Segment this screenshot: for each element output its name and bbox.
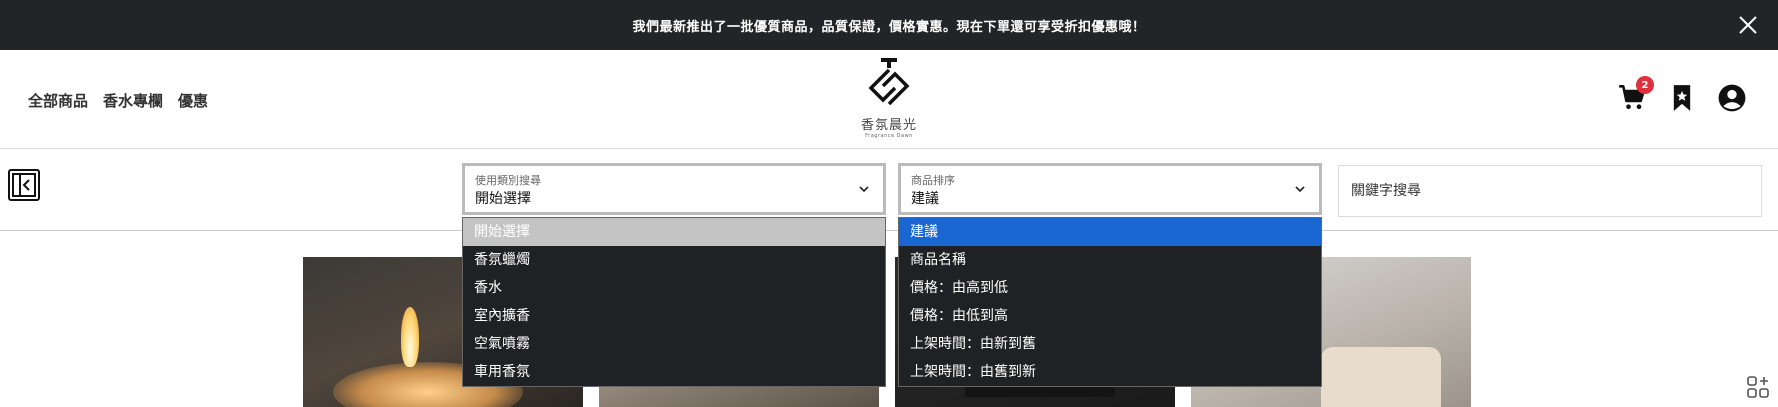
keyword-search-input[interactable] <box>1338 165 1762 217</box>
category-select-value: 開始選擇 <box>475 191 531 207</box>
logo-mark-icon <box>868 58 910 106</box>
account-button[interactable] <box>1718 84 1746 112</box>
collapse-sidebar-icon <box>12 173 36 197</box>
cart-count-badge: 2 <box>1636 76 1654 94</box>
nav-item-deals[interactable]: 優惠 <box>178 90 208 111</box>
sort-option[interactable]: 商品名稱 <box>899 246 1321 274</box>
nav-item-perfume-column[interactable]: 香水專欄 <box>103 90 163 111</box>
sort-option[interactable]: 上架時間：由舊到新 <box>899 358 1321 386</box>
announcement-bar: 我們最新推出了一批優質商品，品質保證，價格實惠。現在下單還可享受折扣優惠哦！ <box>0 0 1778 50</box>
sort-select-value: 建議 <box>911 191 939 207</box>
account-icon <box>1718 84 1746 112</box>
sort-dropdown-list: 建議 商品名稱 價格：由高到低 價格：由低到高 上架時間：由新到舊 上架時間：由… <box>898 217 1322 387</box>
chevron-down-icon <box>1295 186 1305 193</box>
bookmark-button[interactable] <box>1668 84 1696 112</box>
site-logo[interactable]: 香氛晨光 Fragrance Dawn <box>856 56 922 142</box>
nav-item-all-products[interactable]: 全部商品 <box>28 90 88 111</box>
category-dropdown-list: 開始選擇 香氛蠟燭 香水 室內擴香 空氣噴霧 車用香氛 <box>462 217 886 387</box>
category-option[interactable]: 開始選擇 <box>463 218 885 246</box>
category-option[interactable]: 空氣噴霧 <box>463 330 885 358</box>
sort-option[interactable]: 價格：由高到低 <box>899 274 1321 302</box>
sidebar-toggle-button[interactable] <box>8 169 40 201</box>
logo-subtitle: Fragrance Dawn <box>865 133 913 139</box>
header-icons: 2 <box>1618 76 1746 112</box>
sort-option[interactable]: 價格：由低到高 <box>899 302 1321 330</box>
sort-select-label: 商品排序 <box>911 174 955 187</box>
sort-select[interactable]: 商品排序 建議 <box>898 163 1322 215</box>
site-header: 全部商品 香水專欄 優惠 香氛晨光 Fragrance Dawn 2 <box>0 50 1778 149</box>
filter-bar: 使用類別搜尋 開始選擇 商品排序 建議 <box>0 149 1778 231</box>
candle-flame <box>401 307 419 367</box>
cart-button[interactable]: 2 <box>1618 76 1654 112</box>
category-option[interactable]: 室內擴香 <box>463 302 885 330</box>
bookmark-icon <box>1673 85 1691 111</box>
category-select[interactable]: 使用類別搜尋 開始選擇 <box>462 163 886 215</box>
close-icon[interactable] <box>1736 13 1760 37</box>
sort-option[interactable]: 上架時間：由新到舊 <box>899 330 1321 358</box>
category-option[interactable]: 香水 <box>463 274 885 302</box>
category-option[interactable]: 香氛蠟燭 <box>463 246 885 274</box>
grid-add-widget-icon[interactable] <box>1746 375 1770 399</box>
category-select-label: 使用類別搜尋 <box>475 174 541 187</box>
sort-option[interactable]: 建議 <box>899 218 1321 246</box>
product-jar <box>1321 347 1441 407</box>
logo-brand-name: 香氛晨光 <box>860 118 917 133</box>
main-nav: 全部商品 香水專欄 優惠 <box>28 90 208 111</box>
chevron-down-icon <box>859 186 869 193</box>
category-option[interactable]: 車用香氛 <box>463 358 885 386</box>
announcement-text: 我們最新推出了一批優質商品，品質保證，價格實惠。現在下單還可享受折扣優惠哦！ <box>632 19 1146 35</box>
